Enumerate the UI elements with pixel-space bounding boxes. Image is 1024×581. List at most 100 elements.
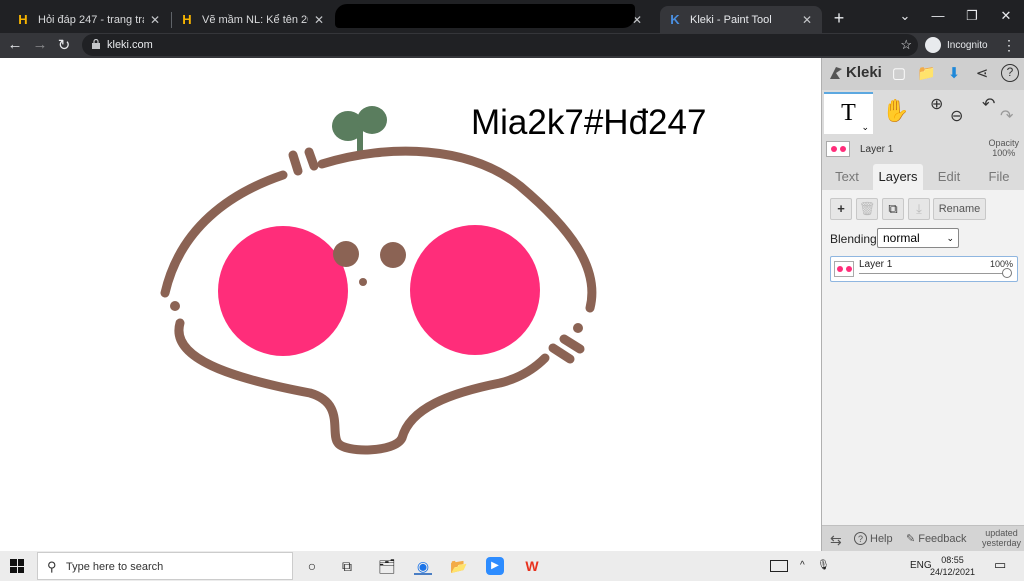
help-link[interactable]: ? Help — [854, 532, 893, 545]
swap-icon[interactable]: ⇆ — [830, 532, 842, 549]
lock-icon — [92, 39, 100, 49]
new-tab-button[interactable]: + — [830, 8, 848, 29]
tab-title: Hỏi đáp 247 - trang tra loi — [38, 13, 144, 26]
minimize-button[interactable]: — — [928, 8, 948, 23]
sprout-leaf-right — [357, 106, 387, 134]
cortana-icon[interactable]: ○ — [303, 557, 321, 575]
open-icon[interactable]: 📁 — [917, 64, 936, 82]
microphone-icon[interactable]: 🎙 — [817, 560, 830, 571]
tab-text[interactable]: Text — [822, 164, 872, 190]
kleki-panel: Kleki ▢ 📁 ⬇ ⋖ ? T ⌄ ✋ ⊕ ⊖ ↶ ↷ Layer 1 Op… — [821, 58, 1024, 551]
close-icon[interactable]: ✕ — [312, 13, 326, 27]
browser-menu-icon[interactable]: ⋮ — [1002, 37, 1016, 54]
file-explorer-icon[interactable]: 🗂 — [378, 557, 396, 575]
help-icon[interactable]: ? — [1001, 64, 1019, 82]
tab-file[interactable]: File — [974, 164, 1024, 190]
text-tool-icon: T — [841, 100, 856, 126]
updated-when: yesterday — [981, 538, 1021, 548]
tool-row: T ⌄ ✋ ⊕ ⊖ ↶ ↷ — [822, 92, 1024, 134]
maximize-button[interactable]: ❐ — [962, 8, 982, 24]
blending-label: Blending — [830, 232, 877, 246]
feedback-link[interactable]: ✎ Feedback — [906, 532, 967, 546]
forward-button[interactable]: → — [31, 36, 49, 53]
search-icon: ⚲ — [47, 559, 57, 574]
layer-opacity: 100% — [989, 259, 1013, 269]
tab-layers[interactable]: Layers — [873, 164, 923, 190]
merge-layer-button[interactable]: ⤓ — [908, 198, 930, 220]
layer-name: Layer 1 — [859, 259, 893, 270]
layer-list-item[interactable]: Layer 1 100% — [830, 256, 1018, 282]
pencil-icon: ✎ — [906, 533, 916, 545]
kleki-logo-text: Kleki — [846, 64, 882, 81]
search-placeholder: Type here to search — [66, 561, 164, 573]
tab-title: Vẽ mầm NL: Kể tên 20 idol Tỏ — [202, 13, 308, 26]
chrome-icon[interactable]: ◉ — [414, 557, 432, 575]
tab-edit[interactable]: Edit — [924, 164, 974, 190]
task-view-icon[interactable]: ⧉ — [338, 557, 356, 575]
taskbar-search[interactable]: ⚲ Type here to search — [37, 552, 293, 580]
taskbar-clock[interactable]: 08:55 24/12/2021 — [930, 554, 975, 578]
tab-hoidap[interactable]: H Hỏi đáp 247 - trang tra loi ✕ — [8, 6, 170, 33]
drawing-canvas[interactable]: Mia2k7#Hđ247 — [0, 58, 821, 551]
folder-icon[interactable]: 📂 — [450, 557, 468, 575]
help-label: Help — [870, 532, 893, 545]
new-icon[interactable]: ▢ — [890, 64, 908, 82]
tab-vemam[interactable]: H Vẽ mầm NL: Kể tên 20 idol Tỏ ✕ — [172, 6, 334, 33]
incognito-label: Incognito — [947, 39, 988, 51]
delete-layer-button[interactable]: 🗑 — [856, 198, 878, 220]
blending-select[interactable]: normal ⌄ — [877, 228, 959, 248]
dash-2 — [304, 147, 319, 171]
layer-thumbnail — [826, 141, 850, 157]
add-layer-button[interactable]: + — [830, 198, 852, 220]
language-indicator[interactable]: ENG — [910, 560, 932, 571]
back-button[interactable]: ← — [6, 36, 24, 53]
hand-tool-icon[interactable]: ✋ — [882, 98, 909, 124]
kleki-tabs: Text Layers Edit File — [822, 164, 1024, 190]
hoidap-favicon-icon: H — [18, 12, 28, 27]
url-text: kleki.com — [107, 39, 153, 51]
browser-toolbar: ← → ↻ kleki.com ☆ Incognito ⋮ — [0, 33, 1024, 58]
layer-opacity-slider[interactable] — [859, 273, 1009, 274]
rename-button[interactable]: Rename — [933, 198, 986, 220]
notification-icon[interactable]: ▭ — [994, 557, 1006, 573]
kleki-footer: ⇆ ? Help ✎ Feedback updated yesterday — [822, 525, 1024, 551]
download-icon[interactable]: ⬇ — [945, 64, 963, 82]
zoom-out-icon[interactable]: ⊖ — [950, 106, 963, 126]
duplicate-layer-button[interactable]: ⧉ — [882, 198, 904, 220]
windows-start-icon[interactable] — [10, 559, 24, 573]
dash-1 — [288, 150, 303, 176]
share-icon[interactable]: ⋖ — [973, 64, 991, 82]
kleki-favicon-icon: K — [670, 12, 680, 27]
system-tray-app-icon[interactable] — [770, 560, 788, 572]
chevron-down-icon[interactable]: ⌄ — [861, 123, 869, 132]
tab-kleki[interactable]: K Kleki - Paint Tool ✕ — [660, 6, 822, 33]
incognito-indicator[interactable]: Incognito — [925, 37, 988, 53]
close-icon[interactable]: ✕ — [148, 13, 162, 27]
tray-chevron-icon[interactable]: ^ — [800, 560, 805, 571]
hoidap-favicon-icon: H — [182, 12, 192, 27]
reload-button[interactable]: ↻ — [55, 36, 73, 54]
address-bar[interactable]: kleki.com ☆ — [82, 34, 918, 56]
dash-3 — [548, 343, 575, 364]
redo-icon[interactable]: ↷ — [1000, 106, 1013, 126]
layer-opacity-knob[interactable] — [1002, 268, 1012, 278]
layer-thumbnail — [834, 261, 854, 277]
incognito-icon — [925, 37, 941, 53]
undo-icon[interactable]: ↶ — [982, 94, 995, 114]
wps-icon[interactable]: W — [523, 557, 541, 575]
text-tool-button[interactable]: T ⌄ — [824, 92, 873, 134]
dot-right — [573, 323, 583, 333]
kleki-logo: Kleki — [828, 64, 882, 81]
close-icon[interactable]: ✕ — [800, 13, 814, 27]
current-layer-info: Layer 1 Opacity 100% — [822, 138, 1024, 160]
bookmark-star-icon[interactable]: ☆ — [900, 37, 912, 53]
zoom-in-icon[interactable]: ⊕ — [930, 94, 943, 114]
right-cheek — [410, 225, 540, 355]
window-close-button[interactable]: ✕ — [996, 8, 1016, 24]
tab-search-icon[interactable]: ⌄ — [895, 8, 915, 24]
clock-time: 08:55 — [941, 555, 964, 565]
tab-strip: H Hỏi đáp 247 - trang tra loi ✕ H Vẽ mầm… — [0, 0, 1024, 33]
dash-4 — [559, 334, 585, 354]
zoom-icon[interactable]: ▶ — [486, 557, 504, 575]
updated-label: updated — [985, 528, 1018, 538]
